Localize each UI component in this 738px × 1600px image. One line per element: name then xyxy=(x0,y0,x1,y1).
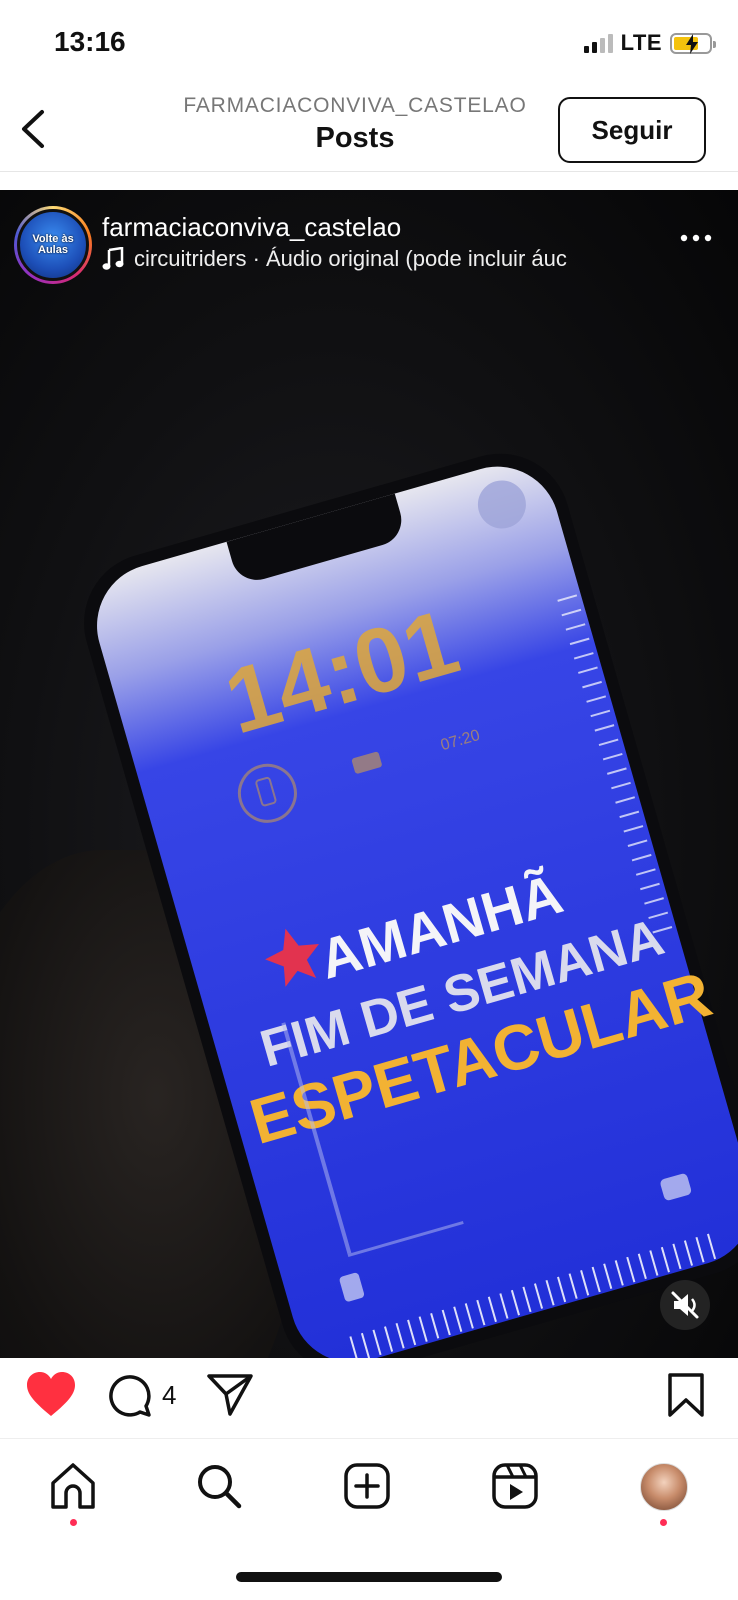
status-bar: 13:16 LTE xyxy=(0,0,738,80)
header-account-name: FARMACIACONVIVA_CASTELAO xyxy=(183,94,527,117)
like-heart-icon[interactable] xyxy=(26,1372,76,1423)
post-header: Volte às Aulas farmaciaconviva_castelao … xyxy=(0,190,738,290)
music-note-icon xyxy=(102,247,124,270)
home-notification-dot xyxy=(70,1519,77,1526)
profile-avatar[interactable] xyxy=(640,1463,688,1511)
page-title: Posts xyxy=(315,122,395,154)
status-indicators: LTE xyxy=(583,30,716,56)
account-avatar[interactable]: Volte às Aulas xyxy=(14,206,92,284)
signal-icon xyxy=(583,33,613,53)
home-indicator[interactable] xyxy=(236,1572,502,1582)
network-label: LTE xyxy=(620,30,662,55)
status-time: 13:16 xyxy=(54,26,126,57)
audio-attribution[interactable]: circuitriders · Áudio original (pode inc… xyxy=(102,246,632,272)
create-post-icon[interactable] xyxy=(342,1461,392,1511)
share-send-icon[interactable] xyxy=(206,1372,254,1423)
save-bookmark-icon[interactable] xyxy=(666,1372,706,1423)
post-username[interactable]: farmaciaconviva_castelao xyxy=(102,212,401,243)
video-frame-phone: 14:01 07:20 AMANHÃ FIM DE SEMANA ESPETAC… xyxy=(84,453,738,1358)
more-options-icon[interactable] xyxy=(676,228,716,248)
avatar-text: Volte às Aulas xyxy=(32,233,74,256)
audio-label: circuitriders · Áudio original (pode inc… xyxy=(134,246,567,271)
reels-icon[interactable] xyxy=(490,1461,540,1511)
comment-count: 4 xyxy=(162,1380,177,1410)
header-titles: FARMACIACONVIVA_CASTELAO Posts xyxy=(150,94,560,155)
search-icon[interactable] xyxy=(194,1461,244,1511)
post-actions: 4 xyxy=(0,1358,738,1440)
post-video[interactable]: 14:01 07:20 AMANHÃ FIM DE SEMANA ESPETAC… xyxy=(0,190,738,1358)
follow-button[interactable]: Seguir xyxy=(558,97,706,163)
profile-notification-dot xyxy=(660,1519,667,1526)
mute-icon[interactable] xyxy=(660,1280,710,1330)
battery-icon xyxy=(670,32,716,54)
back-chevron-icon[interactable] xyxy=(14,104,54,154)
bottom-tab-bar xyxy=(0,1438,738,1538)
home-icon[interactable] xyxy=(48,1461,98,1511)
nav-header: FARMACIACONVIVA_CASTELAO Posts Seguir xyxy=(0,88,738,172)
comment-icon[interactable] xyxy=(106,1372,152,1423)
